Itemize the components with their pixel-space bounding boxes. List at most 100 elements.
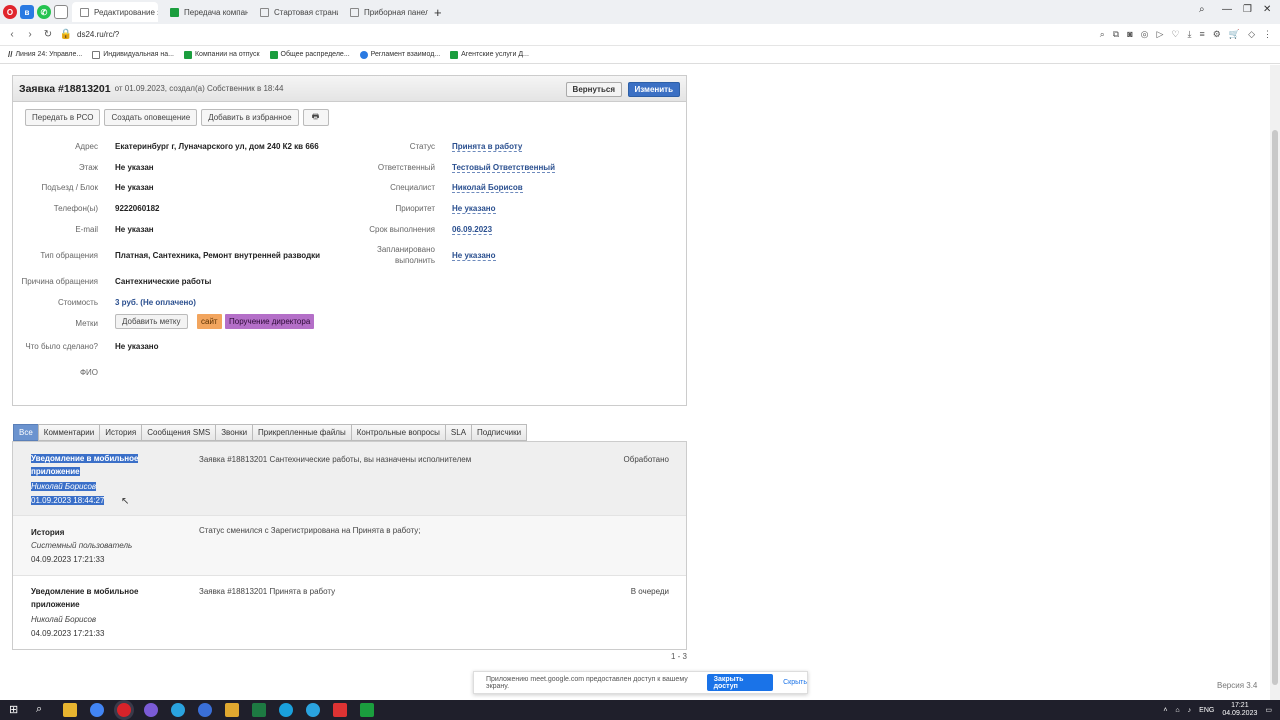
back-button[interactable]: Вернуться	[565, 82, 622, 97]
reload-icon[interactable]: ↻	[39, 29, 57, 40]
network-icon[interactable]: ⌂	[1175, 707, 1179, 714]
url-field[interactable]: ds24.ru/rc/?	[77, 30, 119, 39]
windows-start-icon[interactable]: ⊞	[9, 703, 23, 717]
close-icon[interactable]: ✕	[1263, 4, 1271, 15]
new-tab-button[interactable]: +	[434, 5, 442, 20]
cost-value[interactable]: 3 руб. (Не оплачено)	[115, 298, 196, 307]
specialist-link[interactable]: Николай Борисов	[452, 183, 523, 193]
card-header: Заявка #18813201 от 01.09.2023, создал(а…	[13, 76, 686, 102]
more-icon[interactable]: ⋮	[1263, 29, 1272, 40]
browser-tab-companies[interactable]: Передача компаний на	[162, 2, 248, 22]
sheets-icon	[170, 7, 179, 17]
tab-label: Стартовая страница	[274, 7, 338, 17]
settings-icon[interactable]: ⚙	[1213, 29, 1221, 40]
volume-icon[interactable]: ♪	[1188, 707, 1192, 714]
bookmark[interactable]: Агентские услуги Д...	[450, 50, 529, 59]
play-icon[interactable]: ▷	[1157, 29, 1164, 40]
sheets-icon[interactable]	[360, 703, 374, 717]
priority-link[interactable]: Не указано	[452, 204, 496, 214]
tags-label: Метки	[75, 319, 98, 328]
share-icon[interactable]: ⧉	[1113, 29, 1119, 40]
tab-control-questions[interactable]: Контрольные вопросы	[350, 424, 445, 441]
tab-label: Приборная панель	[364, 7, 428, 17]
scrollbar-thumb[interactable]	[1272, 130, 1278, 685]
browser-tab-start[interactable]: Стартовая страница	[252, 2, 338, 22]
camera-icon[interactable]: ◙	[1127, 29, 1132, 40]
browser-tab-dashboard[interactable]: Приборная панель	[342, 2, 428, 22]
cart-icon[interactable]: 🛒	[1229, 29, 1240, 40]
menu-icon[interactable]: ≡	[1200, 29, 1205, 40]
search-icon[interactable]: ⌕	[1100, 29, 1105, 40]
cube-icon[interactable]: ◇	[1248, 29, 1255, 40]
feed-message: Статус сменился с Зарегистрирована на Пр…	[199, 526, 421, 535]
doc-icon	[92, 50, 101, 59]
page-content: Заявка #18813201 от 01.09.2023, создал(а…	[0, 65, 1280, 700]
page-scrollbar[interactable]	[1270, 65, 1280, 700]
tab-history[interactable]: История	[99, 424, 142, 441]
bookmark[interactable]: Общее распределе...	[269, 50, 350, 59]
feed-date: 04.09.2023 17:21:33	[31, 629, 105, 638]
tab-subscribers[interactable]: Подписчики	[471, 424, 528, 441]
browser-tab-edit-request[interactable]: Редактирование заявки	[72, 2, 158, 22]
forward-icon[interactable]: ›	[21, 29, 39, 40]
notifications-icon[interactable]: ▭	[1265, 706, 1272, 714]
tab-grid-icon[interactable]	[54, 5, 68, 19]
stop-sharing-button[interactable]: Закрыть доступ	[706, 674, 774, 691]
tag-site[interactable]: сайт	[197, 314, 222, 329]
bookmark[interactable]: Индивидуальная на...	[92, 50, 174, 59]
telegram-icon[interactable]	[306, 703, 320, 717]
chevron-up-icon[interactable]: ˄	[1163, 707, 1167, 714]
print-icon[interactable]: 🖶	[302, 109, 329, 126]
app-icon[interactable]	[198, 703, 212, 717]
edit-button[interactable]: Изменить	[627, 82, 680, 97]
excel-icon[interactable]	[252, 703, 266, 717]
bookmark[interactable]: //Линия 24: Управле...	[8, 50, 82, 59]
download-icon[interactable]: ⤓	[1188, 29, 1192, 40]
app-icon[interactable]	[225, 703, 239, 717]
bookmark[interactable]: Регламент взаимод...	[359, 50, 440, 59]
bookmark[interactable]: Компании на отпуск	[183, 50, 260, 59]
opera-icon[interactable]	[117, 703, 131, 717]
add-tag-button[interactable]: Добавить метку	[115, 314, 188, 329]
vk-icon[interactable]: в	[20, 5, 34, 19]
planned-label: выполнить	[395, 256, 435, 265]
search-icon[interactable]: ⌕	[36, 703, 50, 717]
tab-calls[interactable]: Звонки	[215, 424, 253, 441]
detail-tabs: Все Комментарии История Сообщения SMS Зв…	[13, 424, 528, 441]
clock[interactable]: 17:21 04.09.2023	[1222, 702, 1257, 718]
tab-comments[interactable]: Комментарии	[37, 424, 100, 441]
viber-icon[interactable]	[144, 703, 158, 717]
tab-sms[interactable]: Сообщения SMS	[141, 424, 216, 441]
whatsapp-icon[interactable]: ✆	[37, 5, 51, 19]
tab-files[interactable]: Прикрепленные файлы	[252, 424, 351, 441]
feed-title-line: приложение	[31, 467, 80, 476]
maximize-icon[interactable]: ❐	[1243, 4, 1252, 15]
minimize-icon[interactable]: —	[1222, 4, 1232, 15]
telegram-icon[interactable]	[171, 703, 185, 717]
transfer-rso-button[interactable]: Передать в РСО	[25, 109, 101, 126]
vpn-icon[interactable]: ◎	[1141, 29, 1149, 40]
feed-row[interactable]: Уведомление в мобильное приложение Никол…	[13, 576, 686, 650]
feed-row[interactable]: История Системный пользователь 04.09.202…	[13, 516, 686, 576]
tab-sla[interactable]: SLA	[444, 424, 472, 441]
hide-button[interactable]: Скрыть	[783, 679, 807, 686]
folder-icon[interactable]	[63, 703, 77, 717]
skype-icon[interactable]	[279, 703, 293, 717]
tab-all[interactable]: Все	[13, 424, 38, 441]
deadline-link[interactable]: 06.09.2023	[452, 225, 493, 235]
feed-row[interactable]: Уведомление в мобильное приложение Никол…	[13, 442, 686, 516]
create-notification-button[interactable]: Создать оповещение	[104, 109, 198, 126]
status-link[interactable]: Принята в работу	[452, 142, 523, 152]
search-icon[interactable]: ⌕	[1199, 4, 1205, 15]
back-icon[interactable]: ‹	[3, 29, 21, 40]
heart-icon[interactable]: ♡	[1171, 29, 1179, 40]
chrome-icon[interactable]	[90, 703, 104, 717]
tag-director-order[interactable]: Поручение директора	[225, 314, 315, 329]
planned-link[interactable]: Не указано	[452, 251, 496, 261]
opera-logo-icon[interactable]: O	[3, 5, 17, 19]
deadline-label: Срок выполнения	[369, 225, 435, 234]
app-icon[interactable]	[333, 703, 347, 717]
responsible-link[interactable]: Тестовый Ответственный	[452, 163, 556, 173]
add-favorite-button[interactable]: Добавить в избранное	[201, 109, 299, 126]
language-indicator[interactable]: ENG	[1199, 707, 1214, 714]
